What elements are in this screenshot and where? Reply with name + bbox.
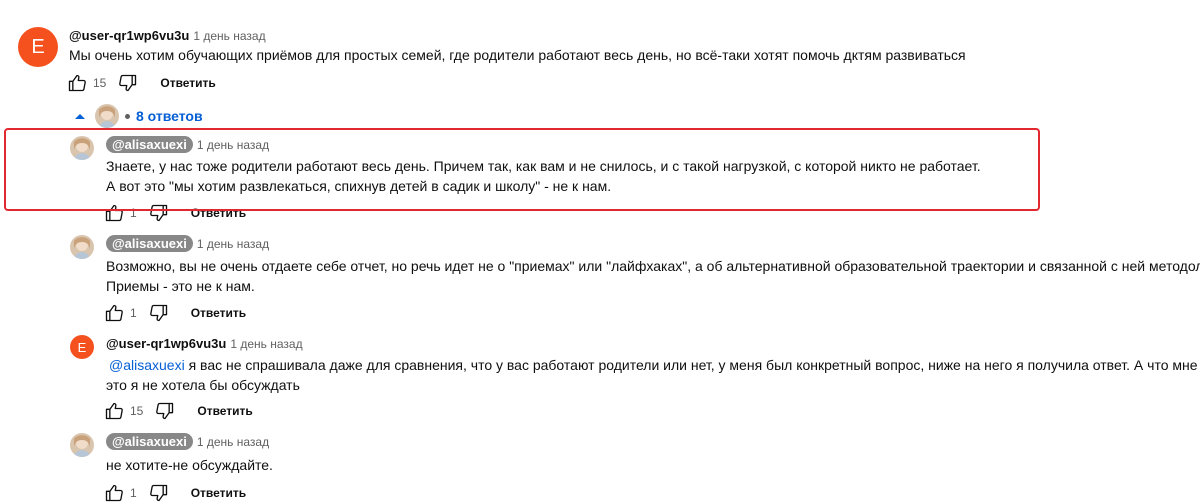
dislike-icon[interactable] xyxy=(149,483,169,503)
like-icon[interactable] xyxy=(67,73,87,93)
comment-actions: 15 Ответить xyxy=(67,73,216,93)
replier-avatar xyxy=(95,104,119,128)
reply-text-line: это я не хотела бы обсуждать xyxy=(106,377,300,393)
reply-button[interactable]: Ответить xyxy=(160,76,215,90)
like-count: 15 xyxy=(93,76,107,90)
reply-author[interactable]: @alisaxuexi xyxy=(106,235,193,252)
reply-author[interactable]: @alisaxuexi xyxy=(106,433,193,450)
comment-header: @user-qr1wp6vu3u 1 день назад xyxy=(69,27,266,45)
reply-header: @alisaxuexi 1 день назад xyxy=(106,433,269,451)
reply-actions: 1 Ответить xyxy=(104,483,246,503)
avatar-letter: E xyxy=(31,35,45,58)
comment-time[interactable]: 1 день назад xyxy=(193,29,265,43)
reply-text-line: Приемы - это не к нам. xyxy=(106,278,255,294)
avatar-letter: E xyxy=(77,339,87,355)
highlight-frame xyxy=(4,128,1040,211)
replies-toggle-button[interactable]: 8 ответов xyxy=(74,104,203,128)
like-icon[interactable] xyxy=(104,401,124,421)
reply-text: Возможно, вы не очень отдаете себе отчет… xyxy=(106,256,1200,296)
reply-text-line: не хотите-не обсуждайте. xyxy=(106,457,273,473)
reply-author[interactable]: @user-qr1wp6vu3u xyxy=(106,336,226,351)
reply-time[interactable]: 1 день назад xyxy=(230,337,302,351)
like-count: 1 xyxy=(130,306,137,320)
dislike-icon[interactable] xyxy=(149,303,169,323)
reply-avatar[interactable]: E xyxy=(70,335,94,359)
mention-link[interactable]: @alisaxuexi xyxy=(109,357,185,373)
reply-text: не хотите-не обсуждайте. xyxy=(106,455,273,475)
reply-time[interactable]: 1 день назад xyxy=(197,435,269,449)
reply-time[interactable]: 1 день назад xyxy=(197,237,269,251)
reply-text-segment: я вас не спрашивала даже для сравнения, … xyxy=(184,357,1200,373)
reply-avatar[interactable] xyxy=(70,433,94,457)
comment-author[interactable]: @user-qr1wp6vu3u xyxy=(69,28,189,43)
reply-actions: 1 Ответить xyxy=(104,303,246,323)
dislike-icon[interactable] xyxy=(118,73,138,93)
like-icon[interactable] xyxy=(104,483,124,503)
like-count: 1 xyxy=(130,486,137,500)
reply-button[interactable]: Ответить xyxy=(191,486,246,500)
reply-button[interactable]: Ответить xyxy=(191,306,246,320)
reply-header: @user-qr1wp6vu3u 1 день назад xyxy=(106,335,303,353)
dislike-icon[interactable] xyxy=(155,401,175,421)
reply-header: @alisaxuexi 1 день назад xyxy=(106,235,269,253)
reply-button[interactable]: Ответить xyxy=(197,404,252,418)
reply-text-line: @alisaxuexi я вас не спрашивала даже для… xyxy=(106,355,1200,375)
like-count: 15 xyxy=(130,404,144,418)
caret-up-icon xyxy=(75,114,85,119)
dot-separator xyxy=(125,113,130,119)
reply-actions: 15 Ответить xyxy=(104,401,253,421)
reply-text: @alisaxuexi я вас не спрашивала даже для… xyxy=(106,355,1200,395)
replies-count-label: 8 ответов xyxy=(136,108,203,124)
like-icon[interactable] xyxy=(104,303,124,323)
commenter-avatar[interactable]: E xyxy=(18,27,58,67)
comment-text: Мы очень хотим обучающих приёмов для про… xyxy=(69,47,966,63)
reply-avatar[interactable] xyxy=(70,235,94,259)
reply-text-line: Возможно, вы не очень отдаете себе отчет… xyxy=(106,258,1200,274)
